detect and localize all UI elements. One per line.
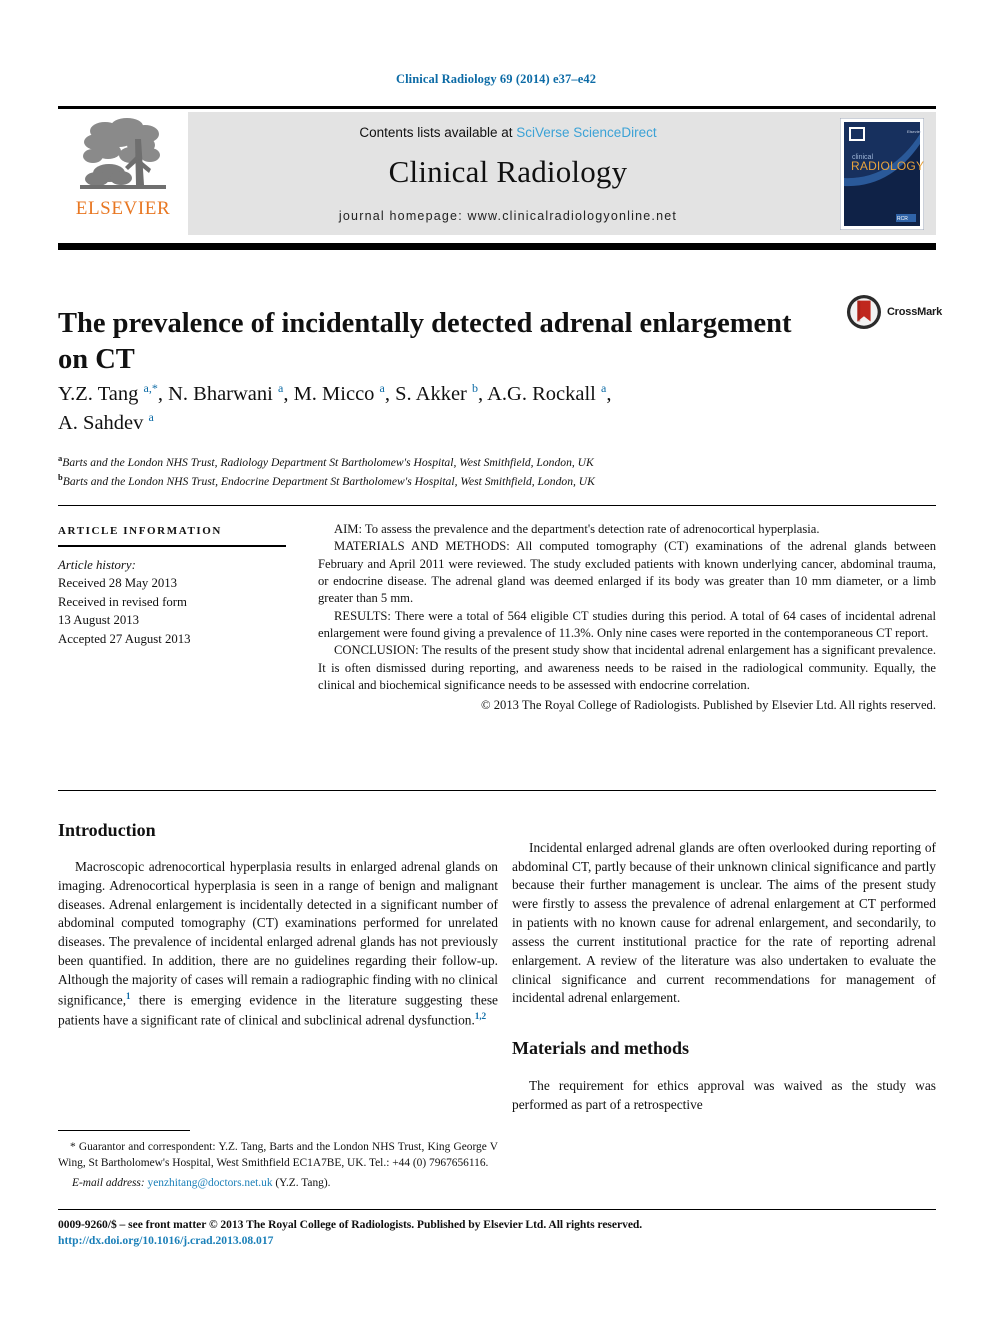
author-affil-marker: b xyxy=(472,381,478,396)
contents-prefix: Contents lists available at xyxy=(359,125,513,140)
section-heading-materials-and-methods: Materials and methods xyxy=(512,1038,689,1059)
elsevier-wordmark: ELSEVIER xyxy=(75,198,171,219)
article-history-line: Accepted 27 August 2013 xyxy=(58,631,191,646)
doi-link[interactable]: http://dx.doi.org/10.1016/j.crad.2013.08… xyxy=(58,1234,273,1247)
citation-ref[interactable]: 1,2 xyxy=(475,1011,486,1021)
abstract-aim: AIM: To assess the prevalence and the de… xyxy=(334,522,820,536)
footnote-corresponding-text: * Guarantor and correspondent: Y.Z. Tang… xyxy=(58,1141,498,1170)
article-history-line: Received 28 May 2013 xyxy=(58,576,178,591)
crossmark-label: CrossMark xyxy=(886,306,942,318)
article-history-line: 13 August 2013 xyxy=(58,613,140,628)
materials-paragraph-1: The requirement for ethics approval was … xyxy=(512,1078,936,1113)
body-column-right: Incidental enlarged adrenal glands are o… xyxy=(512,820,936,1115)
article-information-rule xyxy=(58,545,286,547)
affiliation-item: bBarts and the London NHS Trust, Endocri… xyxy=(58,471,938,490)
article-information-heading: ARTICLE INFORMATION xyxy=(58,525,222,537)
corresponding-author-footnote: * Guarantor and correspondent: Y.Z. Tang… xyxy=(58,1130,498,1192)
intro-paragraph-1-continued xyxy=(512,820,936,839)
affiliation-text: Barts and the London NHS Trust, Radiolog… xyxy=(62,455,594,469)
abstract-top-rule xyxy=(58,505,936,506)
title-separator-rule xyxy=(58,243,936,250)
svg-text:RCR: RCR xyxy=(897,216,908,222)
email-address-label: E-mail address: xyxy=(72,1177,145,1190)
journal-masthead: ELSEVIER Contents lists available at Sci… xyxy=(58,106,936,235)
running-head: Clinical Radiology 69 (2014) e37–e42 xyxy=(395,72,597,86)
crossmark-icon xyxy=(846,294,881,330)
abstract-conclusion: CONCLUSION: The results of the present s… xyxy=(318,643,936,692)
journal-cover-icon: Elsevier clinical RADIOLOGY RCR xyxy=(840,117,924,230)
article-information-block: ARTICLE INFORMATION Article history: Rec… xyxy=(58,525,288,648)
footnote-email-line: E-mail address: yenzhitang@doctors.net.u… xyxy=(58,1175,498,1191)
crossmark-badge[interactable]: CrossMark xyxy=(846,291,942,333)
author-affil-marker: a xyxy=(148,410,154,425)
intro-paragraph-1: Macroscopic adrenocortical hyperplasia r… xyxy=(58,858,498,1030)
journal-cover-thumbnail: Elsevier clinical RADIOLOGY RCR xyxy=(828,112,936,235)
footer-rule xyxy=(58,1209,936,1210)
author-affil-marker: a xyxy=(277,381,284,396)
article-history-line: Received in revised form xyxy=(58,594,187,609)
elsevier-logo: ELSEVIER xyxy=(58,112,188,235)
author-affil-marker: a xyxy=(379,381,385,396)
intro-paragraph-2: Incidental enlarged adrenal glands are o… xyxy=(512,839,936,1006)
svg-text:Elsevier: Elsevier xyxy=(907,129,922,134)
abstract-bottom-rule xyxy=(58,790,936,791)
email-owner: (Y.Z. Tang). xyxy=(275,1177,331,1190)
page-title: The prevalence of incidentally detected … xyxy=(58,308,792,376)
author-affil-marker: a,* xyxy=(143,381,158,396)
abstract-materials-methods: MATERIALS AND METHODS: All computed tomo… xyxy=(318,539,936,606)
article-history: Article history: Received 28 May 2013 Re… xyxy=(58,556,288,648)
contents-available-line: Contents lists available at SciVerse Sci… xyxy=(188,125,828,140)
intro-para-1-text-a: Macroscopic adrenocortical hyperplasia r… xyxy=(58,859,498,1008)
affiliation-text: Barts and the London NHS Trust, Endocrin… xyxy=(62,475,595,489)
journal-title: Clinical Radiology xyxy=(388,154,628,189)
abstract-copyright: © 2013 The Royal College of Radiologists… xyxy=(481,698,936,713)
sciencedirect-link[interactable]: SciVerse ScienceDirect xyxy=(516,125,656,140)
article-history-label: Article history: xyxy=(58,558,136,572)
author-affil-marker: a xyxy=(601,381,607,396)
abstract-results: RESULTS: There were a total of 564 eligi… xyxy=(318,608,936,640)
affiliation-list: aBarts and the London NHS Trust, Radiolo… xyxy=(58,452,938,491)
author-list: Y.Z. Tang a,*, N. Bharwani a, M. Micco a… xyxy=(58,381,612,435)
footnote-rule xyxy=(58,1130,190,1131)
footer-issn-copyright: 0009-9260/$ – see front matter © 2013 Th… xyxy=(58,1218,643,1231)
affiliation-item: aBarts and the London NHS Trust, Radiolo… xyxy=(58,452,938,471)
abstract-block: AIM: To assess the prevalence and the de… xyxy=(318,521,936,714)
journal-article-page: Clinical Radiology 69 (2014) e37–e42 ELS… xyxy=(0,0,992,1323)
masthead-center: Contents lists available at SciVerse Sci… xyxy=(188,112,828,235)
journal-homepage[interactable]: journal homepage: www.clinicalradiologyo… xyxy=(188,209,828,223)
body-column-left: Introduction Macroscopic adrenocortical … xyxy=(58,820,498,1030)
section-heading-introduction: Introduction xyxy=(58,820,156,840)
svg-text:RADIOLOGY: RADIOLOGY xyxy=(851,159,924,173)
elsevier-tree-icon xyxy=(80,118,166,189)
email-link[interactable]: yenzhitang@doctors.net.uk xyxy=(148,1177,273,1189)
